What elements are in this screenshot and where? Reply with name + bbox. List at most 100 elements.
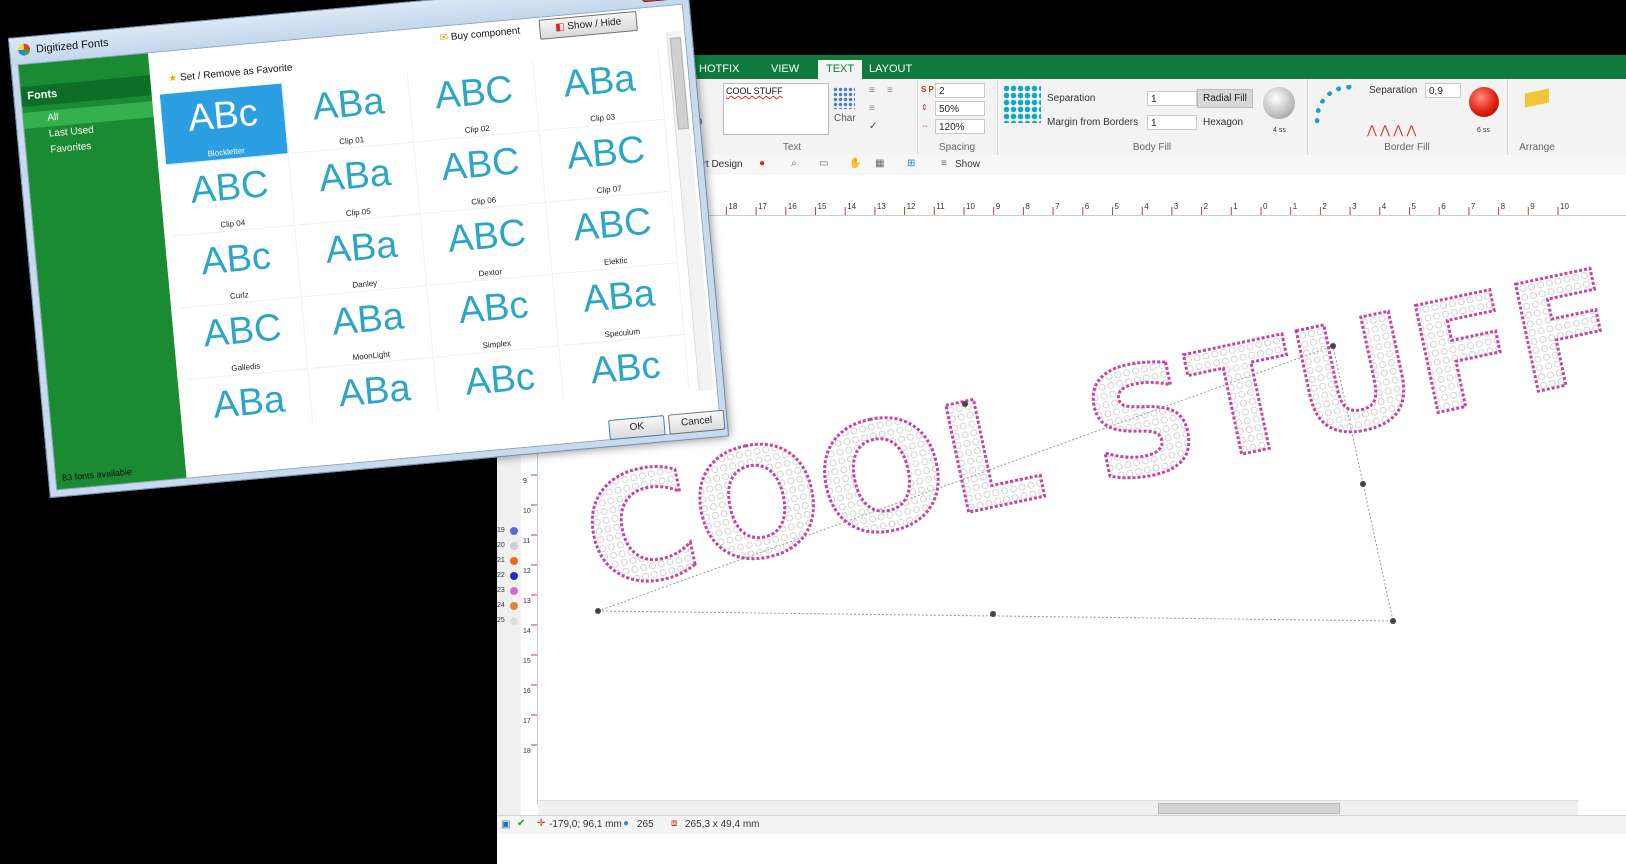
text-input[interactable]: COOL STUFF (723, 83, 829, 135)
zoom-icon[interactable]: ⌕ (791, 158, 797, 169)
ruler-label: 3 (1352, 202, 1357, 211)
pct2-input[interactable]: 120% (935, 119, 985, 134)
ruler-label: 11 (936, 202, 945, 211)
font-tile[interactable]: ABa Telegram (311, 358, 441, 434)
hand-icon[interactable]: ✋ (849, 158, 861, 169)
grid-icon[interactable]: ⊞ (907, 158, 915, 169)
font-tile[interactable]: ABC Dextor (423, 203, 553, 286)
color-swatch (510, 587, 518, 595)
ruler-label: 16 (523, 688, 531, 695)
arrange-icon[interactable] (1525, 88, 1549, 108)
palette-row[interactable]: 24 (497, 600, 521, 612)
tab-layout[interactable]: LAYOUT (861, 60, 920, 79)
stone-pattern-icon[interactable] (1003, 85, 1041, 123)
palette-row[interactable]: 19 (497, 525, 521, 537)
palette-row[interactable]: 23 (497, 585, 521, 597)
tab-hotfix[interactable]: HOTFIX (691, 60, 747, 79)
buy-component-link[interactable]: ✉ Buy component (439, 26, 520, 44)
spacing-group: S P 2 ⇕ 50% ⇔ 120% Spacing (917, 79, 998, 155)
font-tile[interactable]: ABa Swiss (185, 370, 315, 434)
font-tile[interactable]: ABa Danley (298, 215, 428, 298)
font-name: Ashby (491, 410, 515, 422)
font-tile[interactable]: ABC Clip 04 (166, 155, 296, 237)
resize-handle[interactable] (1330, 343, 1336, 349)
red-stone-icon[interactable] (1469, 87, 1499, 117)
resize-handle[interactable] (1360, 481, 1366, 487)
color-swatch (510, 602, 518, 610)
align-left-icon[interactable]: ≡ (869, 85, 875, 96)
scrollbar-thumb[interactable] (669, 37, 690, 130)
font-tile[interactable]: ABa Clip 03 (536, 49, 666, 131)
palette-row[interactable]: 25 (497, 615, 521, 627)
font-sample: ABC (446, 211, 528, 261)
resize-handle[interactable] (990, 611, 996, 617)
pct1-input[interactable]: 50% (935, 101, 985, 116)
horizontal-scrollbar[interactable] (538, 800, 1578, 815)
color-swatch (510, 557, 518, 565)
ruler-label: 12 (523, 568, 531, 575)
show-button[interactable]: Show (955, 159, 980, 170)
select-icon[interactable]: ▭ (819, 158, 828, 169)
resize-handle[interactable] (1390, 618, 1396, 624)
body-separation-input[interactable]: 1 (1147, 91, 1197, 106)
font-grid: ABc Blockletter ABa Clip 01 ABC Clip 02 ABa Cli… (159, 49, 695, 434)
font-tile[interactable]: ABC Elektic (549, 192, 679, 275)
color-swatch (510, 542, 518, 550)
body-fill-group-label: Body Fill (1132, 142, 1172, 153)
char-button[interactable]: Char (834, 113, 856, 124)
align-center-icon[interactable]: ≡ (869, 103, 875, 114)
radial-fill-button[interactable]: Radial Fill (1197, 89, 1253, 108)
palette-row[interactable]: 21 (497, 555, 521, 567)
tab-text[interactable]: TEXT (818, 60, 863, 79)
font-tile[interactable]: ABc Auchanted (562, 335, 692, 418)
font-tile[interactable]: ABc Blockletter (159, 83, 289, 166)
ok-button[interactable]: OK (608, 415, 666, 441)
font-sample: ABC (201, 306, 284, 356)
spellcheck-icon[interactable]: ✓ (869, 121, 877, 132)
font-tile[interactable]: ABa Speculum (555, 264, 685, 347)
tab-view[interactable]: VIEW (763, 60, 807, 79)
font-sample: ABC (565, 128, 647, 178)
font-tile[interactable]: ABa MoonLight (304, 287, 434, 369)
close-button[interactable]: ✕ (640, 0, 683, 3)
sp-input[interactable]: 2 (935, 83, 985, 98)
resize-handle[interactable] (595, 608, 601, 614)
font-tile[interactable]: ABC Galledis (179, 298, 309, 381)
font-tile[interactable]: ABC Clip 06 (417, 132, 547, 215)
font-tile[interactable]: ABC Clip 02 (410, 60, 540, 143)
stone-tool-icon[interactable]: ● (759, 158, 765, 169)
layout-icon[interactable]: ▦ (875, 158, 884, 169)
font-tile[interactable]: ABa Clip 05 (291, 143, 421, 226)
font-tile[interactable]: ABC Clip 07 (542, 120, 672, 203)
palette-row[interactable]: 20 (497, 540, 521, 552)
ruler-label: 6 (1085, 202, 1090, 211)
font-tile[interactable]: ABc Ashby (436, 347, 566, 430)
font-tile[interactable]: ABa Clip 01 (285, 71, 415, 154)
scrollbar-thumb[interactable] (1158, 803, 1340, 814)
ruler-label: 9 (996, 202, 1001, 211)
show-hide-button[interactable]: ◧ Show / Hide (538, 10, 638, 40)
font-tile[interactable]: ABc Curlz (172, 226, 302, 309)
stone-count: 265 (637, 819, 654, 830)
font-tile[interactable]: ABc Simplex (430, 275, 560, 358)
ruler-label: 9 (523, 478, 527, 485)
hexagon-button[interactable]: Hexagon (1203, 117, 1243, 128)
cancel-button[interactable]: Cancel (667, 409, 726, 435)
border-curve-icon[interactable] (1315, 85, 1354, 124)
align-right-icon[interactable]: ≡ (887, 85, 893, 96)
font-name: Auchanted (609, 398, 649, 411)
clear-stone-icon[interactable] (1263, 87, 1295, 119)
resize-handle[interactable] (962, 401, 968, 407)
ruler-label: 15 (523, 658, 531, 665)
margin-input[interactable]: 1 (1147, 115, 1197, 130)
palette-row[interactable]: 22 (497, 570, 521, 582)
favorite-link[interactable]: ★ Set / Remove as Favorite (168, 62, 293, 84)
line-spacing-icon: ⇕ (921, 103, 928, 112)
border-style-icons[interactable]: ⋀ ⋀ ⋀ ⋀ (1367, 123, 1416, 137)
ruler-label: 0 (1263, 202, 1268, 211)
font-sample: ABC (439, 140, 522, 190)
border-separation-input[interactable]: 0,9 (1425, 83, 1461, 98)
save-icon[interactable]: ▣ (501, 819, 510, 830)
cursor-coords: -179,0; 96,1 mm (549, 819, 622, 830)
font-sample: ABc (463, 355, 537, 404)
